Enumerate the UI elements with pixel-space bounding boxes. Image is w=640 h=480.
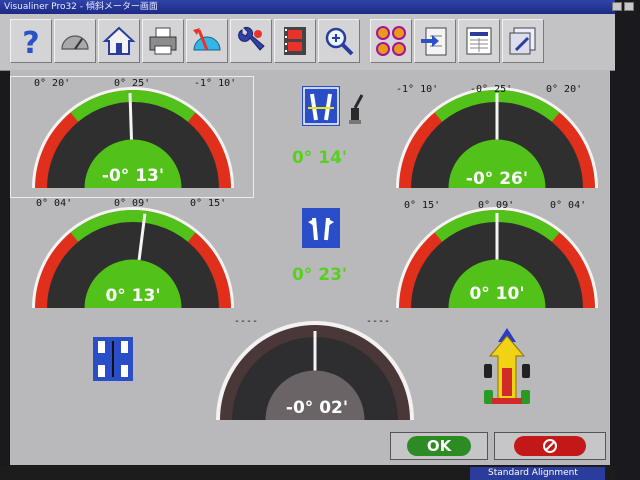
window-title-bar: Visualiner Pro32 - 傾斜メーター画面 — [0, 0, 615, 14]
question-icon: ? — [22, 26, 39, 58]
gauge-front-right-max: 0° 20' — [546, 84, 583, 95]
gauge-thrust-value: -0° 02' — [285, 398, 349, 418]
gauge-front-right: -1° 10' -0° 25' 0° 20' -0° 26' — [392, 72, 602, 192]
settings-button[interactable] — [502, 19, 544, 63]
ok-pill: OK — [407, 436, 471, 456]
gauge-rear-right-min: 0° 15' — [404, 200, 441, 211]
gauge-front-right-value: -0° 26' — [465, 169, 529, 189]
gauge-rear-left-min: 0° 04' — [36, 198, 73, 209]
protractor-icon — [193, 28, 221, 51]
gauge-front-left: 0° 20' 0° 25' -1° 10' -0° 13' — [28, 72, 238, 192]
protractor-button[interactable] — [186, 19, 228, 63]
rear-toe-value: 0° 23' — [292, 265, 348, 285]
wrench-icon — [238, 26, 265, 51]
gauge-front-left-min: 0° 20' — [34, 78, 71, 89]
gauge-front-left-target: 0° 25' — [114, 78, 151, 89]
front-toe-value: 0° 14' — [292, 148, 348, 168]
print-button[interactable] — [142, 19, 184, 63]
adjust-button[interactable] — [230, 19, 272, 63]
gauge-rear-right: 0° 15' 0° 09' 0° 04' 0° 10' — [392, 192, 602, 312]
help-button[interactable]: ? — [10, 19, 52, 63]
gauge-front-left-max: -1° 10' — [194, 78, 237, 89]
ok-button[interactable]: OK — [390, 432, 488, 460]
ok-label: OK — [426, 437, 452, 455]
svg-text:?: ? — [22, 26, 39, 58]
gauge-front-right-min: -1° 10' — [396, 84, 439, 95]
gauge-front-left-value: -0° 13' — [101, 166, 165, 186]
window-title: Visualiner Pro32 - 傾斜メーター画面 — [4, 2, 158, 12]
toolbar: ? — [0, 14, 615, 71]
gauge-rear-left-max: 0° 15' — [190, 198, 227, 209]
meter-button[interactable] — [54, 19, 96, 63]
front-camber-icon — [302, 86, 340, 126]
gauge-thrust-min: ---- — [234, 316, 259, 327]
wheels-button[interactable] — [370, 19, 412, 63]
gauge-front-right-target: -0° 25' — [470, 84, 513, 95]
thrust-axle-icon — [93, 337, 133, 381]
caster-tool-icon — [346, 92, 366, 126]
house-icon — [102, 26, 136, 55]
clipboard-arrow-icon — [421, 27, 447, 56]
gauge-rear-left-value: 0° 13' — [105, 286, 161, 306]
rear-camber-icon — [302, 208, 340, 248]
cancel-icon — [543, 439, 557, 453]
cancel-button[interactable] — [494, 432, 606, 460]
vehicle-direction-icon — [476, 324, 538, 410]
printer-icon — [149, 27, 177, 55]
settings-icon — [509, 27, 536, 55]
film-icon — [284, 27, 306, 55]
gauge-rear-left-target: 0° 09' — [114, 198, 151, 209]
gauge-needle — [128, 92, 133, 140]
export-button[interactable] — [414, 19, 456, 63]
gauge-rear-right-max: 0° 04' — [550, 200, 587, 211]
gauge-rear-right-value: 0° 10' — [469, 284, 525, 304]
home-button[interactable] — [98, 19, 140, 63]
magnifier-icon — [325, 27, 354, 56]
cancel-pill — [514, 436, 586, 456]
report-icon — [466, 27, 492, 55]
zoom-button[interactable] — [318, 19, 360, 63]
gauge-thrust: ---- ---- -0° 02' — [212, 312, 418, 424]
gauge-rear-left: 0° 04' 0° 09' 0° 15' 0° 13' — [28, 192, 238, 312]
window-controls — [612, 2, 634, 11]
gauge-icon — [61, 35, 89, 50]
alignment-mode-indicator: Standard Alignment — [470, 467, 605, 480]
minimize-button[interactable] — [612, 2, 622, 11]
report-button[interactable] — [458, 19, 500, 63]
gauge-rear-right-target: 0° 09' — [478, 200, 515, 211]
alignment-mode-label: Standard Alignment — [488, 468, 578, 478]
close-button[interactable] — [624, 2, 634, 11]
wheels-icon — [376, 26, 406, 56]
video-button[interactable] — [274, 19, 316, 63]
gauge-thrust-max: ---- — [366, 316, 391, 327]
